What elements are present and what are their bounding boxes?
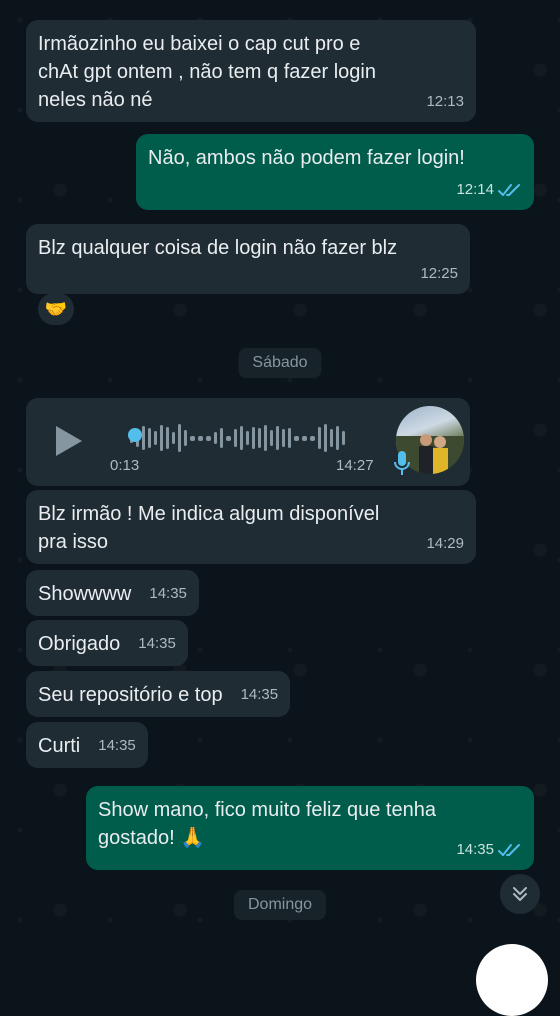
message-time: 12:14: [456, 181, 494, 198]
message-text: Não, ambos não podem fazer login!: [148, 147, 465, 169]
date-separator: Sábado: [238, 348, 322, 378]
message-time: 14:35: [149, 585, 187, 602]
message-text: Irmãozinho eu baixei o cap cut pro e chA…: [38, 33, 376, 111]
reaction-badge[interactable]: 🤝: [38, 293, 74, 325]
incoming-message[interactable]: Blz qualquer coisa de login não fazer bl…: [26, 224, 470, 294]
message-time: 14:29: [426, 535, 464, 552]
message-text: Curti: [38, 735, 81, 757]
incoming-message[interactable]: Showwww 14:35: [26, 570, 199, 616]
message-text: Obrigado: [38, 633, 121, 655]
message-text: Blz qualquer coisa de login não fazer bl…: [38, 237, 398, 259]
outgoing-message[interactable]: Show mano, fico muito feliz que tenha go…: [86, 786, 534, 870]
voice-message[interactable]: 0:13 14:27: [26, 398, 470, 486]
message-time: 14:27: [336, 457, 374, 474]
send-voice-button[interactable]: [476, 944, 548, 1016]
incoming-message[interactable]: Seu repositório e top 14:35: [26, 671, 291, 717]
handshake-emoji: 🤝: [44, 298, 68, 319]
message-text: Blz irmão ! Me indica algum disponível p…: [38, 503, 380, 553]
message-time: 12:25: [420, 265, 458, 282]
message-time: 14:35: [456, 841, 494, 858]
incoming-message[interactable]: Curti 14:35: [26, 722, 148, 768]
message-text: Seu repositório e top: [38, 684, 223, 706]
incoming-message[interactable]: Blz irmão ! Me indica algum disponível p…: [26, 490, 476, 564]
play-icon[interactable]: [54, 424, 84, 458]
message-meta: 14:35: [456, 836, 522, 864]
voice-duration: 0:13: [110, 457, 140, 474]
message-time: 14:35: [240, 686, 279, 703]
double-check-icon: [498, 844, 520, 856]
outgoing-message[interactable]: Não, ambos não podem fazer login! 12:14: [136, 134, 534, 210]
scroll-to-bottom-button[interactable]: [500, 874, 540, 914]
message-time: 12:13: [426, 93, 464, 110]
message-time: 14:35: [98, 737, 136, 754]
message-input-bar[interactable]: [0, 941, 560, 971]
message-text: Showwww: [38, 583, 132, 605]
message-time: 14:35: [138, 635, 176, 652]
microphone-icon: [394, 451, 410, 475]
message-meta: 12:14: [456, 176, 522, 204]
double-check-icon: [498, 184, 520, 196]
date-separator: Domingo: [233, 890, 327, 920]
incoming-message[interactable]: Irmãozinho eu baixei o cap cut pro e chA…: [26, 20, 476, 122]
incoming-message[interactable]: Obrigado 14:35: [26, 620, 188, 666]
double-chevron-down-icon: [513, 887, 527, 901]
audio-waveform[interactable]: [130, 420, 345, 456]
audio-progress-knob[interactable]: [128, 428, 142, 442]
